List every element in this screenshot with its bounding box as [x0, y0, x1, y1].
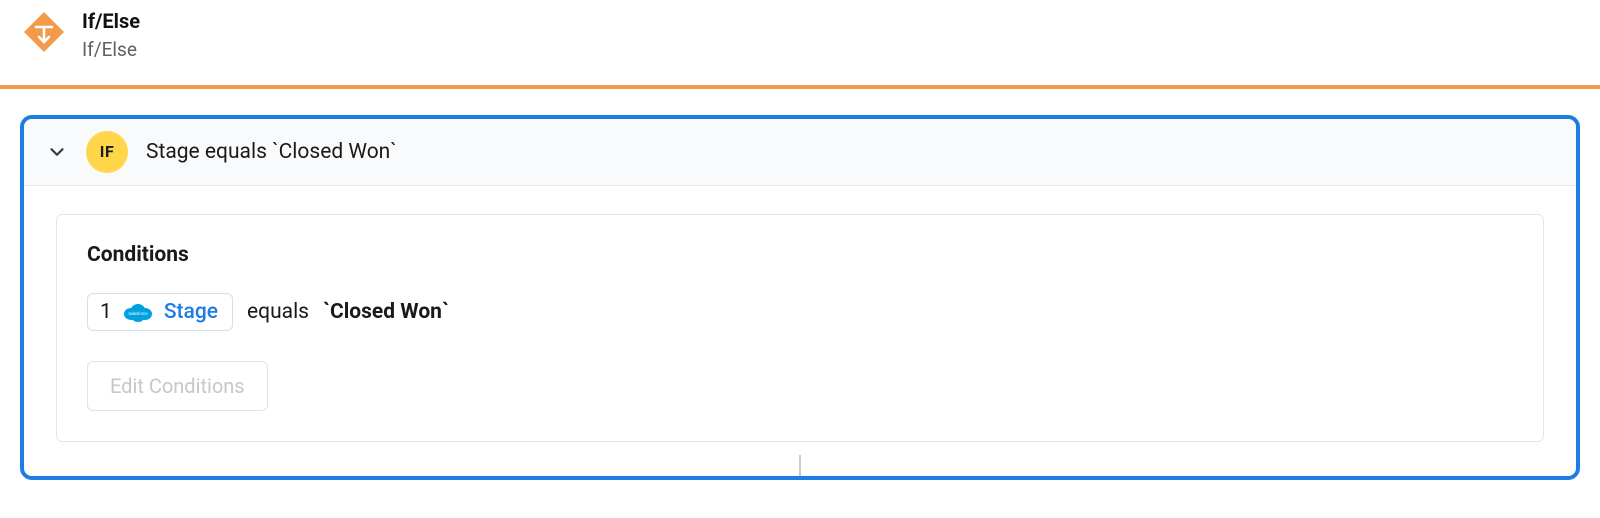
salesforce-icon: salesforce: [122, 301, 154, 323]
condition-field-name: Stage: [164, 300, 218, 324]
condition-operator: equals: [247, 300, 309, 324]
condition-index: 1: [100, 300, 112, 324]
step-title: If/Else: [82, 8, 140, 35]
if-badge: IF: [86, 131, 128, 173]
step-header-texts: If/Else If/Else: [82, 8, 140, 63]
conditions-heading: Conditions: [87, 243, 1513, 267]
if-else-step-icon: [22, 10, 66, 54]
if-branch-panel: IF Stage equals `Closed Won` Conditions …: [20, 115, 1580, 480]
condition-value: `Closed Won`: [323, 300, 449, 324]
svg-text:salesforce: salesforce: [128, 311, 148, 316]
connector-line: [799, 455, 801, 477]
conditions-card: Conditions 1 salesforce: [56, 214, 1544, 442]
condition-field-chip[interactable]: 1 salesforce Stage: [87, 293, 233, 331]
condition-row: 1 salesforce Stage equals: [87, 293, 1513, 331]
step-header: If/Else If/Else: [0, 0, 1600, 85]
branch-body: Conditions 1 salesforce: [24, 186, 1576, 476]
branch-summary: Stage equals `Closed Won`: [146, 140, 397, 164]
chevron-down-icon[interactable]: [46, 141, 68, 163]
branch-header[interactable]: IF Stage equals `Closed Won`: [24, 119, 1576, 186]
edit-conditions-button[interactable]: Edit Conditions: [87, 361, 268, 411]
step-subtitle: If/Else: [82, 37, 140, 63]
